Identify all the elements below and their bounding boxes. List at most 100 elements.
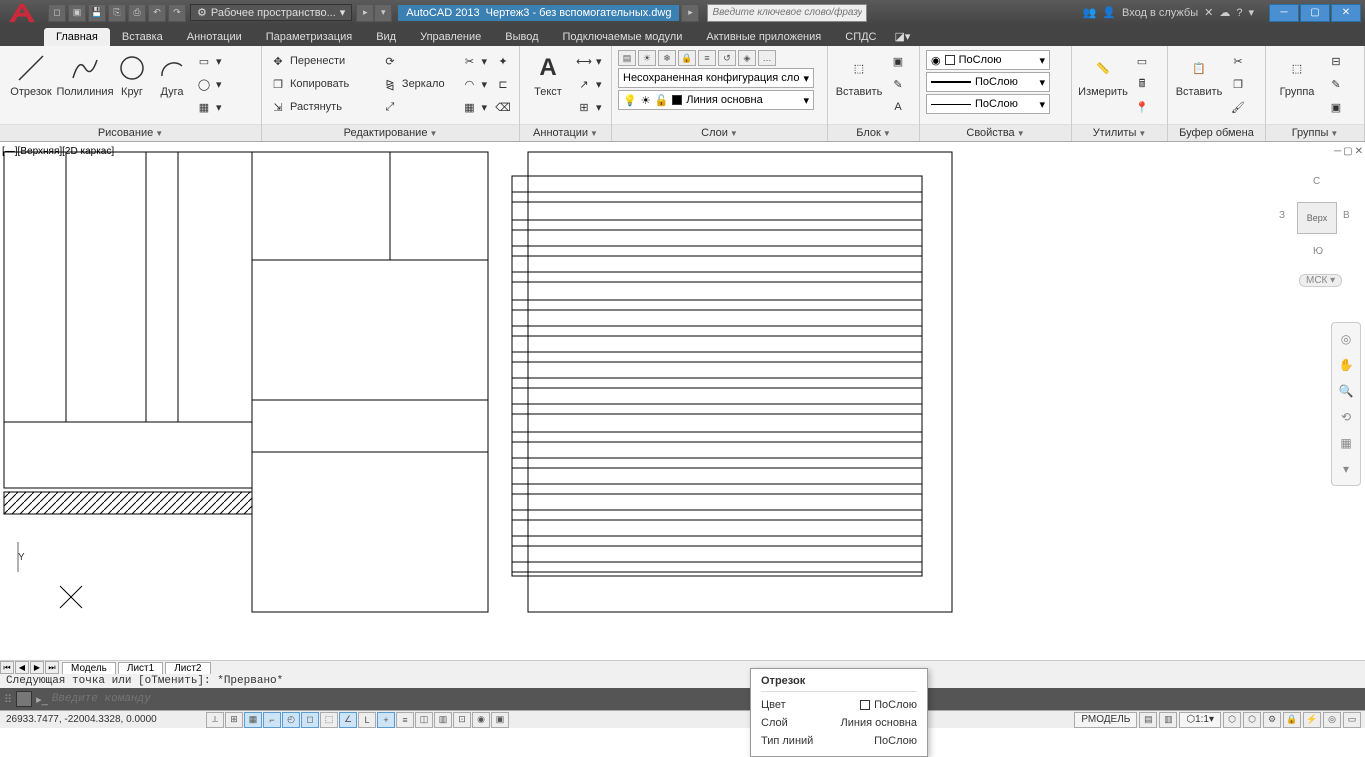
tab-view[interactable]: Вид — [364, 28, 408, 46]
hatch-tool[interactable]: ▦▾ — [194, 96, 224, 118]
exchange-icon[interactable]: ✕ — [1204, 6, 1213, 19]
qat-redo-icon[interactable]: ↷ — [168, 4, 186, 22]
offset-tool[interactable]: ⊏ — [493, 73, 513, 95]
layer-prev-icon[interactable]: ↺ — [718, 50, 736, 66]
otrack-icon[interactable]: ∠ — [339, 712, 357, 728]
qat-open-icon[interactable]: ▣ — [68, 4, 86, 22]
color-dropdown[interactable]: ◉ ПоСлою▾ — [926, 50, 1050, 70]
circle-tool[interactable]: Круг — [114, 50, 150, 100]
tab-manage[interactable]: Управление — [408, 28, 493, 46]
leader-tool[interactable]: ↗▾ — [574, 73, 604, 95]
model-space-button[interactable]: РМОДЕЛЬ — [1074, 712, 1137, 728]
orbit-icon[interactable]: ⟲ — [1336, 407, 1356, 427]
osnap-icon[interactable]: ◻ — [301, 712, 319, 728]
trim-tool[interactable]: ✂▾ — [459, 50, 489, 72]
zoom-icon[interactable]: 🔍 — [1336, 381, 1356, 401]
layout-next-icon[interactable]: ▶ — [30, 661, 44, 674]
ellipse-tool[interactable]: ◯▾ — [194, 73, 224, 95]
lwt-icon[interactable]: ≡ — [396, 712, 414, 728]
drawing-area[interactable]: ─ ▢ ✕ [—][Верхняя][2D каркас] Y — [0, 142, 1365, 660]
layout-tab-model[interactable]: Модель — [62, 662, 116, 674]
paste-tool[interactable]: 📋 Вставить — [1174, 50, 1224, 100]
qat-plot-icon[interactable]: ⎙ — [128, 4, 146, 22]
chevron-down-icon[interactable]: ▾ — [1248, 6, 1254, 19]
ribbon-expand-icon[interactable]: ◪▾ — [889, 27, 917, 46]
app-logo[interactable] — [0, 0, 44, 25]
panel-utilities-title[interactable]: Утилиты▼ — [1072, 124, 1167, 141]
infocenter-icon[interactable]: 👥 — [1083, 6, 1097, 19]
layout-prev-icon[interactable]: ◀ — [15, 661, 29, 674]
qat-play-icon[interactable]: ▸ — [356, 4, 374, 22]
am-icon[interactable]: ◉ — [472, 712, 490, 728]
stretch-tool[interactable]: ⇲Растянуть — [268, 96, 376, 118]
tab-output[interactable]: Вывод — [493, 28, 550, 46]
array-tool[interactable]: ▦▾ — [459, 96, 489, 118]
title-play-icon[interactable]: ▸ — [681, 4, 699, 22]
insert-block-tool[interactable]: ⬚ Вставить — [834, 50, 884, 100]
text-tool[interactable]: A Текст — [526, 50, 570, 100]
layer-more-icon[interactable]: … — [758, 50, 776, 66]
ws-switch-icon[interactable]: ⚙ — [1263, 712, 1281, 728]
layer-iso-icon[interactable]: ◈ — [738, 50, 756, 66]
maximize-button[interactable]: ▢ — [1300, 4, 1330, 22]
tab-parametric[interactable]: Параметризация — [254, 28, 364, 46]
layerprops-icon[interactable]: ▤ — [618, 50, 636, 66]
close-button[interactable]: ✕ — [1331, 4, 1361, 22]
cmd-prompt-icon[interactable] — [16, 691, 32, 707]
group-select-tool[interactable]: ▣ — [1326, 96, 1346, 118]
panel-block-title[interactable]: Блок▼ — [828, 124, 919, 141]
group-edit-tool[interactable]: ✎ — [1326, 73, 1346, 95]
lineweight-dropdown[interactable]: ПоСлою▾ — [926, 72, 1050, 92]
polar-icon[interactable]: ◴ — [282, 712, 300, 728]
qcalc-tool[interactable]: 🖩 — [1132, 73, 1152, 95]
select-tool[interactable]: ▭ — [1132, 50, 1152, 72]
panel-groups-title[interactable]: Группы▼ — [1266, 124, 1364, 141]
layout-tab-1[interactable]: Лист1 — [118, 662, 163, 674]
cmd-grip-icon[interactable]: ⠿ — [4, 693, 12, 706]
panel-annotation-title[interactable]: Аннотации▼ — [520, 124, 611, 141]
rotate-tool[interactable]: ⟳ — [380, 50, 456, 72]
fullnav-icon[interactable]: ◎ — [1336, 329, 1356, 349]
line-tool[interactable]: Отрезок — [6, 50, 56, 100]
ducs-icon[interactable]: L — [358, 712, 376, 728]
quickview-drawings-icon[interactable]: ▥ — [1159, 712, 1177, 728]
block-create-icon[interactable]: ▣ — [888, 50, 908, 72]
fillet-tool[interactable]: ◠▾ — [459, 73, 489, 95]
linetype-dropdown[interactable]: ПоСлою▾ — [926, 94, 1050, 114]
help-icon[interactable]: ? — [1236, 7, 1242, 19]
3dosnap-icon[interactable]: ⬚ — [320, 712, 338, 728]
layout-tab-2[interactable]: Лист2 — [165, 662, 210, 674]
search-input[interactable] — [707, 4, 867, 22]
pan-icon[interactable]: ✋ — [1336, 355, 1356, 375]
toolbar-lock-icon[interactable]: 🔒 — [1283, 712, 1301, 728]
cut-tool[interactable]: ✂ — [1228, 50, 1248, 72]
layer-state-dropdown[interactable]: Несохраненная конфигурация сло▾ — [618, 68, 814, 88]
group-tool[interactable]: ⬚ Группа — [1272, 50, 1322, 100]
tab-spds[interactable]: СПДС — [833, 28, 888, 46]
quickview-layouts-icon[interactable]: ▤ — [1139, 712, 1157, 728]
panel-layers-title[interactable]: Слои▼ — [612, 124, 827, 141]
qat-save-icon[interactable]: 💾 — [88, 4, 106, 22]
snapmode-icon[interactable]: ⊞ — [225, 712, 243, 728]
sync-icon[interactable]: ☁ — [1219, 6, 1230, 19]
ucs-dropdown[interactable]: МСК ▾ — [1299, 274, 1342, 287]
annoauto-icon[interactable]: ⬡ — [1243, 712, 1261, 728]
user-icon[interactable]: 👤 — [1102, 6, 1116, 19]
scale-tool[interactable]: ⤢ — [380, 96, 456, 118]
showmotion-icon[interactable]: ▦ — [1336, 433, 1356, 453]
isolate-icon[interactable]: ◎ — [1323, 712, 1341, 728]
arc-tool[interactable]: Дуга — [154, 50, 190, 100]
qat-more-icon[interactable]: ▾ — [374, 4, 392, 22]
layer-lock-icon[interactable]: 🔒 — [678, 50, 696, 66]
workspace-dropdown[interactable]: ⚙ Рабочее пространство... ▾ — [190, 4, 352, 21]
panel-modify-title[interactable]: Редактирование▼ — [262, 124, 519, 141]
orthomode-icon[interactable]: ⌐ — [263, 712, 281, 728]
panel-draw-title[interactable]: Рисование▼ — [0, 124, 261, 141]
copyclip-tool[interactable]: ❐ — [1228, 73, 1248, 95]
viewcube-face[interactable]: Верх — [1297, 202, 1337, 234]
qat-undo-icon[interactable]: ↶ — [148, 4, 166, 22]
id-tool[interactable]: 📍 — [1132, 96, 1152, 118]
dyn-icon[interactable]: + — [377, 712, 395, 728]
cleanscreen-icon[interactable]: ▭ — [1343, 712, 1361, 728]
block-attr-icon[interactable]: A — [888, 96, 908, 118]
